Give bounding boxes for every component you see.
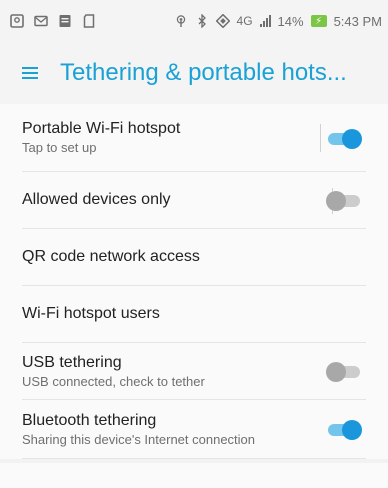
setting-subtitle: Tap to set up xyxy=(22,140,97,155)
settings-list: Portable Wi-Fi hotspot Tap to set up All… xyxy=(0,104,388,459)
bluetooth-tethering-toggle[interactable] xyxy=(326,418,362,440)
setting-subtitle: USB connected, check to tether xyxy=(22,373,205,389)
setting-portable-wifi-hotspot[interactable]: Portable Wi-Fi hotspot Tap to set up xyxy=(22,104,366,172)
wifi-hotspot-toggle[interactable] xyxy=(326,127,362,149)
setting-usb-tethering[interactable]: USB tethering USB connected, check to te… xyxy=(22,343,366,400)
status-bar: 4G 14% ⚡ 5:43 PM xyxy=(0,0,388,42)
setting-title: QR code network access xyxy=(22,248,200,265)
setting-bluetooth-tethering[interactable]: Bluetooth tethering Sharing this device'… xyxy=(22,400,366,459)
signal-strength-icon xyxy=(259,15,271,27)
setting-subtitle: Sharing this device's Internet connectio… xyxy=(22,431,256,447)
usb-tethering-toggle[interactable] xyxy=(326,360,362,382)
allowed-devices-toggle[interactable] xyxy=(326,189,362,211)
setting-title: Wi-Fi hotspot users xyxy=(22,305,160,322)
battery-charging-icon: ⚡ xyxy=(310,15,327,27)
list-bottom-space xyxy=(0,463,388,488)
app-bar: Tethering & portable hots... xyxy=(0,42,388,104)
notes-icon xyxy=(58,14,72,28)
clock: 5:43 PM xyxy=(333,13,382,29)
hotspot-icon xyxy=(174,14,188,28)
battery-percent: 14% xyxy=(277,13,304,29)
bluetooth-icon xyxy=(195,14,209,28)
setting-title: Bluetooth tethering xyxy=(22,411,157,429)
network-type-label: 4G xyxy=(236,14,253,28)
setting-title: USB tethering xyxy=(22,353,122,371)
setting-title: Allowed devices only xyxy=(22,191,171,208)
setting-wifi-hotspot-users[interactable]: Wi-Fi hotspot users xyxy=(22,286,366,343)
hamburger-menu-icon[interactable] xyxy=(0,42,60,104)
wifi-calling-icon xyxy=(215,14,230,28)
status-left-icons xyxy=(0,14,96,28)
setting-title: Portable Wi-Fi hotspot xyxy=(22,120,181,137)
setting-allowed-devices-only[interactable]: Allowed devices only xyxy=(22,172,366,229)
status-right-icons: 4G 14% ⚡ 5:43 PM xyxy=(174,14,388,29)
sd-card-icon xyxy=(82,14,96,28)
setting-qr-code-network-access[interactable]: QR code network access xyxy=(22,229,366,286)
photo-icon xyxy=(10,14,24,28)
page-title: Tethering & portable hots... xyxy=(60,59,347,86)
vertical-divider xyxy=(320,124,321,152)
message-icon xyxy=(34,14,48,28)
